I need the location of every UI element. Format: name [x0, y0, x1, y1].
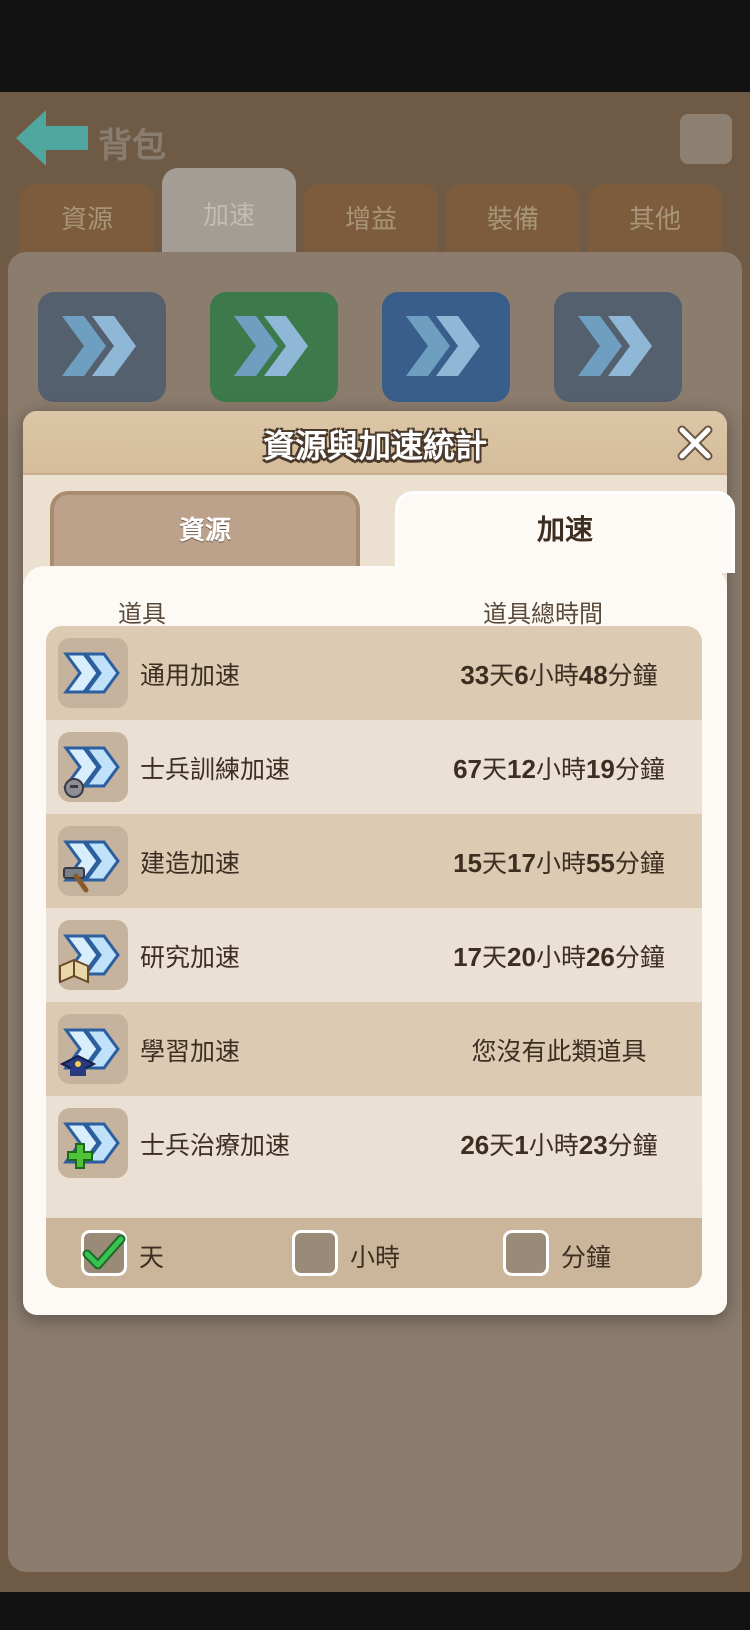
speedup-name: 通用加速 — [140, 661, 241, 690]
background-item — [554, 292, 682, 402]
close-icon[interactable] — [675, 423, 715, 463]
universal-speedup-icon — [58, 638, 128, 708]
speedup-name: 學習加速 — [140, 1037, 241, 1066]
unit-label: 天 — [139, 1243, 165, 1272]
background-title: 背包 — [98, 126, 166, 166]
building-speedup-icon — [58, 826, 128, 896]
unit-label: 分鐘 — [561, 1243, 612, 1272]
checkbox-day[interactable] — [81, 1230, 127, 1276]
unit-label: 小時 — [350, 1243, 401, 1272]
speedup-name: 士兵治療加速 — [140, 1131, 291, 1160]
speedup-list: 通用加速 33天6小時48分鐘 士兵訓練加速 67天12小時19分鐘 建造加速 … — [46, 626, 702, 1288]
list-item: 研究加速 17天20小時26分鐘 — [46, 908, 702, 1002]
background-tab: 增益 — [304, 184, 438, 256]
speedup-total-time: 17天20小時26分鐘 — [453, 942, 665, 972]
speedup-stats-modal: 資源與加速統計 資源 加速 道具 道具總時間 通用加速 33天6小時48分鐘 士… — [23, 411, 735, 1315]
background-item — [210, 292, 338, 402]
background-item-grid — [38, 292, 718, 402]
list-item: 通用加速 33天6小時48分鐘 — [46, 626, 702, 720]
list-item: 士兵訓練加速 67天12小時19分鐘 — [46, 720, 702, 814]
back-arrow-icon — [16, 110, 88, 166]
checkbox-minute[interactable] — [503, 1230, 549, 1276]
speedup-total-time: 67天12小時19分鐘 — [453, 754, 665, 784]
background-tab: 資源 — [20, 184, 154, 256]
modal-title: 資源與加速統計 — [262, 427, 487, 465]
tab-speedup[interactable]: 加速 — [395, 491, 735, 573]
speedup-name: 研究加速 — [140, 943, 241, 972]
learning-speedup-icon — [58, 1014, 128, 1084]
checkbox-hour[interactable] — [292, 1230, 338, 1276]
background-tab: 裝備 — [446, 184, 580, 256]
speedup-total-time: 您沒有此類道具 — [471, 1037, 647, 1066]
speedup-name: 士兵訓練加速 — [140, 755, 291, 784]
time-unit-selector: 天 小時 分鐘 — [46, 1218, 702, 1288]
column-header-item: 道具 — [118, 600, 166, 628]
training-speedup-icon — [58, 732, 128, 802]
tab-resources[interactable]: 資源 — [50, 491, 360, 573]
modal-tabs: 資源 加速 — [50, 491, 735, 573]
background-item — [382, 292, 510, 402]
background-tabs: 資源 加速 增益 裝備 其他 — [20, 168, 730, 256]
speedup-content: 道具 道具總時間 通用加速 33天6小時48分鐘 士兵訓練加速 67天12小時1… — [23, 566, 727, 1315]
background-item — [38, 292, 166, 402]
column-header-total-time: 道具總時間 — [483, 600, 603, 628]
list-item: 士兵治療加速 26天1小時23分鐘 — [46, 1096, 702, 1190]
menu-icon — [680, 114, 732, 164]
speedup-name: 建造加速 — [140, 849, 241, 878]
speedup-total-time: 33天6小時48分鐘 — [460, 660, 658, 690]
speedup-total-time: 15天17小時55分鐘 — [453, 848, 665, 878]
background-tab: 其他 — [588, 184, 722, 256]
healing-speedup-icon — [58, 1108, 128, 1178]
checkmark-icon — [82, 1234, 126, 1270]
list-item: 學習加速 您沒有此類道具 — [46, 1002, 702, 1096]
background-header: 背包 — [0, 92, 750, 172]
list-item: 建造加速 15天17小時55分鐘 — [46, 814, 702, 908]
research-speedup-icon — [58, 920, 128, 990]
background-tab: 加速 — [162, 168, 296, 256]
speedup-total-time: 26天1小時23分鐘 — [460, 1130, 658, 1160]
modal-header: 資源與加速統計 — [23, 411, 727, 475]
